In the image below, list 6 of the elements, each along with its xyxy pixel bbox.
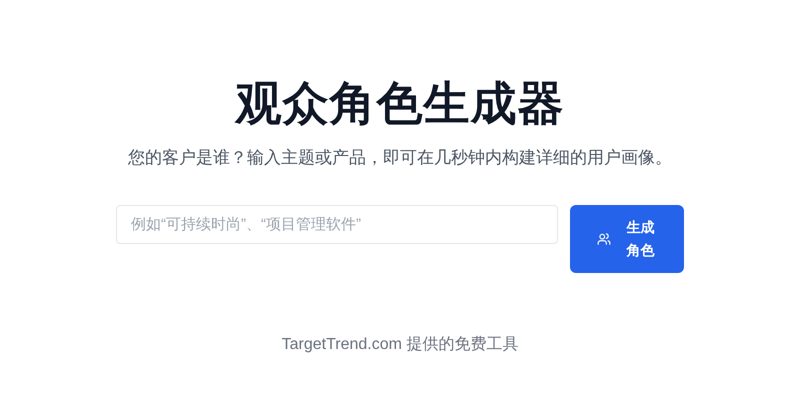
page-title: 观众角色生成器 <box>236 76 564 131</box>
footer-text: TargetTrend.com 提供的免费工具 <box>282 334 518 355</box>
topic-input-field[interactable]: 例如“可持续时尚”、“项目管理软件” <box>116 204 558 244</box>
generate-button[interactable]: 生成角色 <box>570 204 684 273</box>
subtitle: 您的客户是谁？输入主题或产品，即可在几秒钟内构建详细的用户画像。 <box>128 147 672 170</box>
users-icon <box>596 232 611 246</box>
